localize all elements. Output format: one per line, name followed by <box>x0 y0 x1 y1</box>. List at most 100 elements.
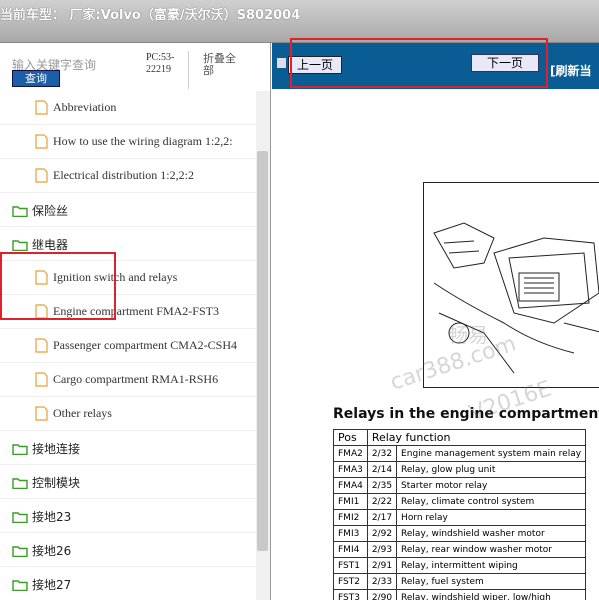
table-cell: Relay, climate control system <box>396 493 587 510</box>
table-row: FMI2 2/17 Horn relay <box>333 509 587 526</box>
table-cell: FMI4 <box>333 541 368 558</box>
refresh-link[interactable]: [刷新当 <box>550 62 592 79</box>
sidebar: 输入关键字查询 查询 PC:53-22219 折叠全部 Abbreviation… <box>0 43 271 600</box>
tree-doc-item[interactable]: How to use the wiring diagram 1:2,2: <box>0 125 256 159</box>
separator <box>188 51 189 89</box>
table-cell: 2/91 <box>366 557 398 574</box>
tree-folder-item[interactable]: 接地23 <box>0 499 256 533</box>
tree-doc-item[interactable]: Other relays <box>0 397 256 431</box>
table-cell: FST3 <box>333 589 368 600</box>
folder-icon <box>12 474 28 493</box>
tree-item-label: 保险丝 <box>32 204 69 218</box>
tree-item-label: 接地连接 <box>32 442 81 456</box>
table-row: FST1 2/91 Relay, intermittent wiping <box>333 557 587 574</box>
table-row: FMI4 2/93 Relay, rear window washer motor <box>333 541 587 558</box>
tree-item-label: Passenger compartment CMA2-CSH4 <box>53 338 237 352</box>
collapse-all-button[interactable]: 折叠全部 <box>203 53 243 77</box>
table-header-row: Pos Relay function <box>333 429 587 446</box>
table-cell: 2/33 <box>366 573 398 590</box>
vehicle-title: 当前车型： 厂家:Volvo（富豪/沃尔沃）S802004 <box>0 8 301 23</box>
highlight-box-folders <box>0 252 116 320</box>
table-cell: Relay, glow plug unit <box>396 461 587 478</box>
document-icon <box>35 372 48 391</box>
table-cell: FMI1 <box>333 493 368 510</box>
tree-item-label: Cargo compartment RMA1-RSH6 <box>53 372 219 386</box>
tree-item-label: 继电器 <box>32 238 69 252</box>
table-row: FST3 2/90 Relay, windshield wiper, low/hig… <box>333 589 587 600</box>
document-icon <box>35 134 48 153</box>
pc-label: PC:53-22219 <box>146 52 175 75</box>
table-row: FMA2 2/32 Engine management system main re… <box>333 445 587 462</box>
tree-item-label: 控制模块 <box>32 476 81 490</box>
table-cell: 2/22 <box>366 493 398 510</box>
table-cell: Starter motor relay <box>396 477 587 494</box>
table-cell: 2/32 <box>366 445 398 462</box>
document-icon <box>35 100 48 119</box>
table-row: FMA4 2/35 Starter motor relay <box>333 477 587 494</box>
table-cell: FST1 <box>333 557 368 574</box>
page-nav-bar: 上一页 下一页 [刷新当 <box>272 38 599 89</box>
tree-item-label: Electrical distribution 1:2,2:2 <box>53 168 194 182</box>
table-cell: FST2 <box>333 573 368 590</box>
sidebar-scrollbar[interactable] <box>256 91 270 600</box>
tree-item-label: 接地27 <box>32 578 72 592</box>
folder-icon <box>12 576 28 595</box>
tree-doc-item[interactable]: Abbreviation <box>0 91 256 125</box>
tree-folder-item[interactable]: 保险丝 <box>0 193 256 227</box>
table-cell: 2/35 <box>366 477 398 494</box>
highlight-box-nav <box>290 38 548 88</box>
document-heading: Relays in the engine compartment <box>333 406 599 422</box>
folder-icon <box>12 202 28 221</box>
table-cell: FMA4 <box>333 477 368 494</box>
table-cell: 2/92 <box>366 525 398 542</box>
column-header-pos: Pos <box>333 429 368 446</box>
table-row: FMI1 2/22 Relay, climate control system <box>333 493 587 510</box>
folder-icon <box>12 542 28 561</box>
document-view: Relays in the engine compartment Pos Rel… <box>272 89 599 600</box>
tree-item-label: Other relays <box>53 406 112 420</box>
table-cell: FMI2 <box>333 509 368 526</box>
tree-folder-item[interactable]: 接地26 <box>0 533 256 567</box>
table-row: FMI3 2/92 Relay, windshield washer motor <box>333 525 587 542</box>
document-icon <box>35 338 48 357</box>
title-bar: 当前车型： 厂家:Volvo（富豪/沃尔沃）S802004 <box>0 0 599 43</box>
tree-doc-item[interactable]: Cargo compartment RMA1-RSH6 <box>0 363 256 397</box>
scrollbar-thumb[interactable] <box>257 151 268 551</box>
tree-folder-item[interactable]: 控制模块 <box>0 465 256 499</box>
tree-item-label: Abbreviation <box>53 100 117 114</box>
table-cell: 2/14 <box>366 461 398 478</box>
tree-item-label: How to use the wiring diagram 1:2,2: <box>53 134 233 148</box>
table-cell: Relay, intermittent wiping <box>396 557 587 574</box>
folder-icon <box>12 440 28 459</box>
tree-doc-item[interactable]: Passenger compartment CMA2-CSH4 <box>0 329 256 363</box>
tree-view: Abbreviation How to use the wiring diagra… <box>0 91 256 600</box>
table-cell: Engine management system main relay <box>396 445 587 462</box>
table-cell: 2/90 <box>366 589 398 600</box>
table-row: FMA3 2/14 Relay, glow plug unit <box>333 461 587 478</box>
table-cell: FMI3 <box>333 525 368 542</box>
search-row: 输入关键字查询 查询 PC:53-22219 折叠全部 <box>0 43 270 91</box>
content-pane: 上一页 下一页 [刷新当 Relays in the engine compar… <box>272 38 599 600</box>
folder-icon <box>12 508 28 527</box>
table-cell: Relay, windshield wiper, low/high <box>396 589 587 600</box>
table-cell: FMA2 <box>333 445 368 462</box>
tree-doc-item[interactable]: Electrical distribution 1:2,2:2 <box>0 159 256 193</box>
relay-table: Pos Relay function FMA2 2/32 Engine manage… <box>333 429 587 600</box>
table-cell: Relay, fuel system <box>396 573 587 590</box>
tree-item-label: 接地26 <box>32 544 72 558</box>
table-row: FST2 2/33 Relay, fuel system <box>333 573 587 590</box>
table-cell: Relay, windshield washer motor <box>396 525 587 542</box>
table-cell: FMA3 <box>333 461 368 478</box>
document-icon <box>35 168 48 187</box>
document-icon <box>35 406 48 425</box>
left-arrow-icon[interactable] <box>277 58 286 68</box>
tree-folder-item[interactable]: 接地27 <box>0 567 256 600</box>
column-header-function: Relay function <box>366 429 587 446</box>
tree-item-label: 接地23 <box>32 510 72 524</box>
tree-folder-item[interactable]: 接地连接 <box>0 431 256 465</box>
table-cell: 2/93 <box>366 541 398 558</box>
table-cell: 2/17 <box>366 509 398 526</box>
table-cell: Relay, rear window washer motor <box>396 541 587 558</box>
table-cell: Horn relay <box>396 509 587 526</box>
search-button[interactable]: 查询 <box>12 70 60 87</box>
